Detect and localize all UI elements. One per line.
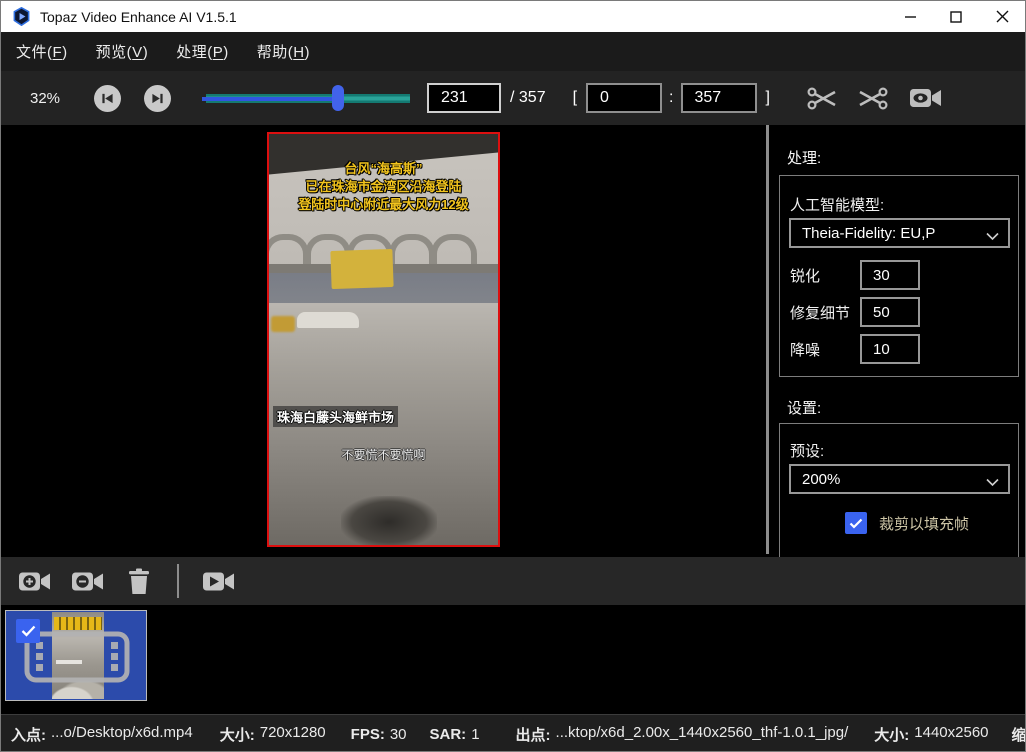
ai-model-label: 人工智能模型: (790, 194, 884, 215)
range-separator: : (669, 89, 673, 107)
video-thumbnail-item[interactable] (5, 610, 147, 701)
video-location-caption: 珠海白藤头海鲜市场 (273, 406, 398, 427)
preset-dropdown[interactable]: 200% (789, 464, 1010, 494)
chevron-down-icon (986, 474, 999, 491)
menu-bar: 文件(F) 预览(V) 处理(P) 帮助(H) (1, 32, 1025, 71)
trim-end-scissors-icon[interactable] (858, 86, 888, 111)
status-in-size: 大小:720x1280 (220, 724, 326, 745)
range-start-input[interactable]: 0 (586, 83, 662, 113)
thumbnail-strip (1, 605, 1025, 714)
range-open-bracket: [ (573, 89, 577, 107)
video-list-toolbar (1, 557, 1025, 605)
restore-detail-input[interactable]: 50 (860, 297, 920, 327)
status-scale: 缩放:200% (1012, 724, 1026, 745)
video-speech-caption: 不要慌不要慌啊 (269, 446, 498, 463)
window-title: Topaz Video Enhance AI V1.5.1 (40, 9, 237, 25)
slider-progress (202, 97, 342, 101)
sharpen-input[interactable]: 30 (860, 260, 920, 290)
settings-section-title: 设置: (787, 397, 821, 418)
maximize-button[interactable] (933, 1, 979, 32)
close-button[interactable] (979, 1, 1025, 32)
menu-process[interactable]: 处理(P) (162, 32, 243, 71)
denoise-input[interactable]: 10 (860, 334, 920, 364)
playback-toolbar: 32% 231 / 357 [ 0 : 357 ] (1, 71, 1025, 125)
status-out-size: 大小:1440x2560 (874, 724, 988, 745)
denoise-label: 降噪 (790, 339, 860, 360)
processing-group: 人工智能模型: Theia-Fidelity: EU,P 锐化 30 修复细节 … (779, 175, 1019, 377)
app-window: Topaz Video Enhance AI V1.5.1 文件(F) 预览(V… (0, 0, 1026, 752)
thumbnail-checkbox[interactable] (16, 619, 40, 643)
process-video-icon[interactable] (202, 569, 235, 594)
crop-to-fill-label: 裁剪以填充帧 (879, 513, 969, 534)
range-close-bracket: ] (766, 89, 770, 107)
processing-section-title: 处理: (787, 147, 821, 168)
video-headline-text: 台风“海高斯” 已在珠海市金湾区沿海登陆 登陆时中心附近最大风力12级 (269, 160, 498, 214)
remove-video-icon[interactable] (71, 569, 104, 594)
minimize-button[interactable] (887, 1, 933, 32)
zoom-level-label: 32% (30, 90, 68, 107)
video-flooded-car (297, 312, 359, 328)
delete-video-icon[interactable] (127, 568, 151, 595)
preview-camera-icon[interactable] (909, 86, 942, 110)
title-bar: Topaz Video Enhance AI V1.5.1 (1, 1, 1025, 32)
panel-scrollbar[interactable] (766, 125, 769, 554)
status-bar: 入点:...o/Desktop/x6d.mp4 大小:720x1280 FPS:… (1, 714, 1025, 752)
frame-total-label: / 357 (510, 89, 546, 107)
settings-group: 预设: 200% 裁剪以填充帧 (779, 423, 1019, 563)
status-sar: SAR:1 (430, 726, 480, 743)
preview-area: 台风“海高斯” 已在珠海市金湾区沿海登陆 登陆时中心附近最大风力12级 珠海白藤… (1, 125, 1026, 557)
crop-to-fill-checkbox[interactable] (845, 512, 867, 534)
slider-handle[interactable] (332, 85, 344, 111)
settings-panel: 处理: 人工智能模型: Theia-Fidelity: EU,P 锐化 30 修… (771, 125, 1026, 557)
range-end-input[interactable]: 357 (681, 83, 757, 113)
video-preview[interactable]: 台风“海高斯” 已在珠海市金湾区沿海登陆 登陆时中心附近最大风力12级 珠海白藤… (267, 132, 500, 547)
ai-model-dropdown[interactable]: Theia-Fidelity: EU,P (789, 218, 1010, 248)
toolbar-divider (177, 564, 179, 598)
current-frame-input[interactable]: 231 (427, 83, 501, 113)
menu-help[interactable]: 帮助(H) (243, 32, 324, 71)
app-logo-icon (12, 7, 31, 26)
restore-detail-label: 修复细节 (790, 302, 860, 323)
chevron-down-icon (986, 228, 999, 245)
status-fps: FPS:30 (351, 726, 407, 743)
skip-to-end-button[interactable] (144, 85, 171, 112)
skip-to-start-button[interactable] (94, 85, 121, 112)
timeline-slider[interactable] (206, 84, 410, 112)
sharpen-label: 锐化 (790, 265, 860, 286)
trim-start-scissors-icon[interactable] (807, 86, 837, 111)
preset-label: 预设: (790, 440, 824, 461)
menu-preview[interactable]: 预览(V) (82, 32, 163, 71)
menu-file[interactable]: 文件(F) (2, 32, 82, 71)
add-video-icon[interactable] (18, 569, 51, 594)
status-out-point: 出点:...ktop/x6d_2.00x_1440x2560_thf-1.0.1… (516, 724, 849, 745)
status-in-point: 入点:...o/Desktop/x6d.mp4 (11, 724, 193, 745)
video-yellow-sign (330, 249, 393, 289)
